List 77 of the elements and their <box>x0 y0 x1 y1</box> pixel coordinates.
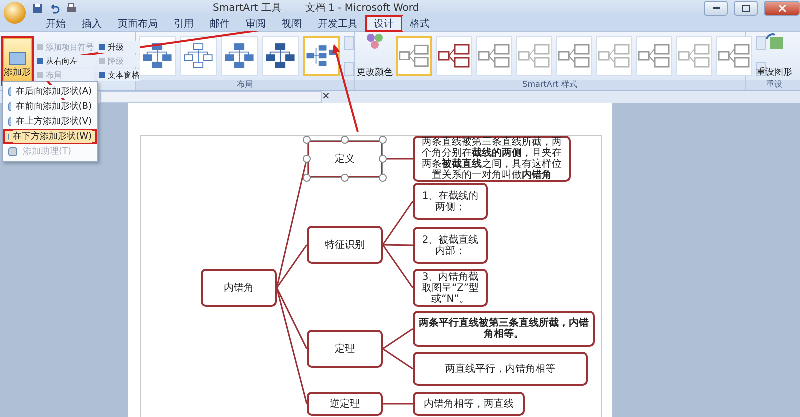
style-option[interactable] <box>436 36 472 76</box>
group-label: 重设 <box>746 80 800 90</box>
menu-item[interactable]: 在上方添加形状(V) <box>3 114 97 129</box>
layout-option[interactable] <box>303 36 340 76</box>
diagram-node[interactable]: 内错角相等，两直线 <box>413 392 525 416</box>
print-icon[interactable] <box>66 2 77 14</box>
layout-option[interactable] <box>180 36 217 76</box>
shape-icon <box>8 52 26 66</box>
resize-handle[interactable] <box>341 136 349 144</box>
resize-handle[interactable] <box>303 155 311 163</box>
branch-style-icon <box>437 44 471 68</box>
hierarchy-icon <box>263 41 298 71</box>
ribbon-command[interactable]: 从右向左 <box>36 55 94 67</box>
connector-line <box>382 328 414 350</box>
hierarchy-icon <box>181 41 216 71</box>
undo-icon[interactable] <box>49 2 60 14</box>
gallery-more[interactable] <box>756 62 766 76</box>
ribbon-command[interactable]: 升级 <box>98 41 140 53</box>
resize-handle[interactable] <box>303 174 311 182</box>
minimize-icon <box>712 6 720 10</box>
layout-option[interactable] <box>139 36 176 76</box>
close-pane-button[interactable]: × <box>322 91 330 103</box>
branch-style-icon <box>637 44 671 68</box>
office-button[interactable] <box>4 2 26 24</box>
reset-graphic-button[interactable]: 重设图形 <box>752 33 796 79</box>
hierarchy-icon <box>140 41 175 71</box>
maximize-icon <box>742 4 750 12</box>
node-text: 3、内错角截取图呈“Z”型或“N”。 <box>420 272 480 304</box>
close-button[interactable] <box>764 0 800 16</box>
diagram-node[interactable]: 1、在截线的两侧； <box>413 183 488 220</box>
save-icon[interactable] <box>32 2 43 14</box>
diagram-node[interactable]: 两条平行直线被第三条直线所截，内错角相等。 <box>413 311 595 347</box>
diagram-node[interactable]: 定理 <box>307 330 383 368</box>
diagram-node[interactable]: 2、被截直线内部； <box>413 227 488 264</box>
connector-line <box>383 403 413 405</box>
branch-style-icon <box>557 44 591 68</box>
resize-handle[interactable] <box>379 174 387 182</box>
diagram-node[interactable]: 3、内错角截取图呈“Z”型或“N”。 <box>413 269 488 307</box>
group-label: SmartArt 样式 <box>355 80 745 90</box>
resize-handle[interactable] <box>341 174 349 182</box>
node-text: 1、在截线的两侧； <box>421 190 480 212</box>
connector-line <box>382 348 414 370</box>
shape-icon <box>8 146 18 156</box>
resize-handle[interactable] <box>303 136 311 144</box>
diagram-node[interactable]: 逆定理 <box>307 392 383 416</box>
hierarchy-icon <box>222 41 257 71</box>
resize-handle[interactable] <box>379 155 387 163</box>
color-circles-icon <box>365 33 385 51</box>
window-title: 文档 1 - Microsoft Word <box>305 2 420 15</box>
layout-option[interactable] <box>221 36 258 76</box>
ribbon-tab[interactable]: 设计 <box>366 16 402 31</box>
ribbon-command[interactable]: 文本窗格 <box>98 69 140 81</box>
node-text: 2、被截直线内部； <box>421 234 480 256</box>
resize-handle[interactable] <box>379 136 387 144</box>
node-text: 内错角相等，两直线 <box>424 398 514 410</box>
branch-style-icon <box>517 44 551 68</box>
branch-style-icon <box>677 44 711 68</box>
menu-item[interactable]: 在下方添加形状(W) <box>3 129 97 144</box>
context-tool-title: SmartArt 工具 <box>213 2 282 15</box>
close-icon <box>778 4 786 12</box>
branch-style-icon <box>717 44 751 68</box>
reset-graphic-icon <box>764 33 784 51</box>
node-text: 两条平行直线被第三条直线所截，内错角相等。 <box>419 318 589 340</box>
branch-style-icon <box>597 44 631 68</box>
minimize-button[interactable] <box>704 0 728 16</box>
layout-option[interactable] <box>262 36 299 76</box>
diagram-node[interactable]: 特征识别 <box>307 226 383 264</box>
diagram-node[interactable]: 两直线平行，内错角相等 <box>413 352 588 386</box>
branch-style-icon <box>398 44 430 68</box>
add-shape-button[interactable]: 添加形 <box>3 38 32 84</box>
node-text: 两直线平行，内错角相等 <box>446 364 556 374</box>
diagram-node[interactable]: 定义 <box>307 140 383 178</box>
maximize-button[interactable] <box>734 0 758 16</box>
change-colors-button[interactable]: 更改颜色 <box>358 33 392 79</box>
group-label: 布局 <box>136 80 354 90</box>
diagram-node[interactable]: 内错角 <box>201 269 277 307</box>
branch-style-icon <box>477 44 511 68</box>
